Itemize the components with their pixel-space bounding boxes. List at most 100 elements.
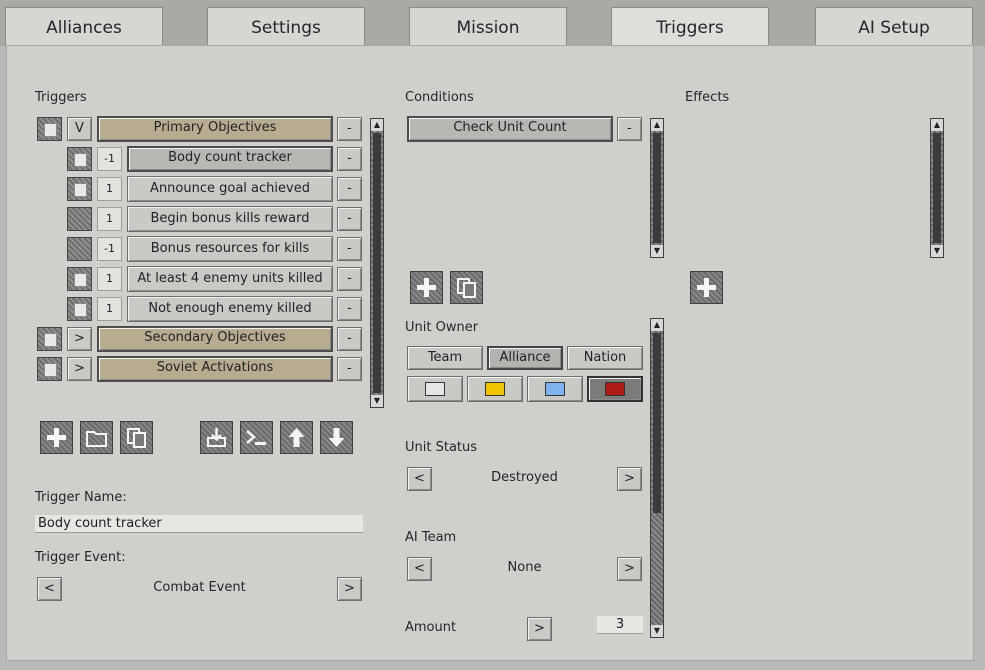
trigger-item[interactable]: Announce goal achieved (127, 176, 333, 202)
unit-owner-label: Unit Owner (405, 320, 479, 335)
trigger-event-label: Trigger Event: (35, 550, 126, 565)
scroll-up-icon[interactable]: ▲ (651, 119, 663, 131)
event-next-button[interactable]: > (337, 577, 362, 601)
details-scrollbar[interactable]: ▲ ▼ (650, 318, 664, 638)
ai-team-next-button[interactable]: > (617, 557, 642, 581)
copy-condition-button[interactable] (450, 271, 483, 304)
scroll-thumb[interactable] (373, 133, 381, 393)
trigger-checkbox[interactable] (67, 267, 92, 291)
trigger-number: 1 (97, 267, 122, 291)
scroll-up-icon[interactable]: ▲ (371, 119, 383, 131)
arrow-up-icon (288, 428, 305, 447)
trigger-number: -1 (97, 147, 122, 171)
group-toggle-button[interactable]: > (67, 357, 92, 381)
scroll-thumb[interactable] (653, 133, 661, 243)
group-secondary-objectives[interactable]: Secondary Objectives (97, 326, 333, 352)
scroll-thumb[interactable] (653, 333, 661, 513)
owner-team-button[interactable]: Team (407, 346, 483, 370)
color-red-button[interactable] (587, 376, 643, 402)
ai-team-label: AI Team (405, 530, 457, 545)
trigger-number: 1 (97, 297, 122, 321)
trigger-item[interactable]: At least 4 enemy units killed (127, 266, 333, 292)
remove-button[interactable]: - (337, 237, 362, 261)
tab-ai-setup[interactable]: AI Setup (815, 7, 973, 46)
event-prev-button[interactable]: < (37, 577, 62, 601)
console-button[interactable] (240, 421, 273, 454)
trigger-checkbox[interactable] (67, 147, 92, 171)
trigger-item[interactable]: Not enough enemy killed (127, 296, 333, 322)
trigger-checkbox[interactable] (37, 117, 62, 141)
trigger-checkbox[interactable] (37, 357, 62, 381)
color-blue-button[interactable] (527, 376, 583, 402)
group-toggle-button[interactable]: > (67, 327, 92, 351)
unit-status-value: Destroyed (491, 470, 558, 485)
color-swatch (485, 382, 505, 396)
add-effect-button[interactable] (690, 271, 723, 304)
remove-button[interactable]: - (337, 267, 362, 291)
ai-team-prev-button[interactable]: < (407, 557, 432, 581)
remove-button[interactable]: - (337, 177, 362, 201)
conditions-scrollbar[interactable]: ▲ ▼ (650, 118, 664, 258)
remove-button[interactable]: - (337, 297, 362, 321)
trigger-checkbox[interactable] (67, 177, 92, 201)
scroll-up-icon[interactable]: ▲ (651, 319, 663, 331)
scroll-down-icon[interactable]: ▼ (651, 625, 663, 637)
triggers-scrollbar[interactable]: ▲ ▼ (370, 118, 384, 408)
add-trigger-button[interactable] (40, 421, 73, 454)
color-swatch (605, 382, 625, 396)
import-icon (207, 428, 226, 447)
tab-settings[interactable]: Settings (207, 7, 365, 46)
tab-mission[interactable]: Mission (409, 7, 567, 46)
conditions-label: Conditions (405, 90, 474, 105)
trigger-item[interactable]: Bonus resources for kills (127, 236, 333, 262)
trigger-checkbox[interactable] (67, 207, 92, 231)
amount-input[interactable]: 3 (597, 616, 643, 634)
scroll-down-icon[interactable]: ▼ (931, 245, 943, 257)
trigger-checkbox[interactable] (67, 237, 92, 261)
add-folder-button[interactable] (80, 421, 113, 454)
plus-icon (697, 278, 716, 297)
scroll-thumb[interactable] (933, 133, 941, 243)
console-icon (246, 430, 266, 445)
scroll-down-icon[interactable]: ▼ (651, 245, 663, 257)
trigger-name-input[interactable]: Body count tracker (35, 515, 363, 533)
owner-nation-button[interactable]: Nation (567, 346, 643, 370)
group-soviet-activations[interactable]: Soviet Activations (97, 356, 333, 382)
condition-item[interactable]: Check Unit Count (407, 116, 613, 142)
amount-label: Amount (405, 620, 457, 635)
scroll-down-icon[interactable]: ▼ (371, 395, 383, 407)
trigger-checkbox[interactable] (37, 327, 62, 351)
remove-button[interactable]: - (337, 207, 362, 231)
import-button[interactable] (200, 421, 233, 454)
copy-trigger-button[interactable] (120, 421, 153, 454)
owner-alliance-button[interactable]: Alliance (487, 346, 563, 370)
amount-next-button[interactable]: > (527, 617, 552, 641)
remove-button[interactable]: - (337, 117, 362, 141)
copy-icon (457, 278, 476, 298)
remove-button[interactable]: - (337, 327, 362, 351)
add-condition-button[interactable] (410, 271, 443, 304)
color-white-button[interactable] (407, 376, 463, 402)
color-yellow-button[interactable] (467, 376, 523, 402)
trigger-item[interactable]: Body count tracker (127, 146, 333, 172)
status-next-button[interactable]: > (617, 467, 642, 491)
copy-icon (127, 428, 146, 448)
remove-button[interactable]: - (337, 357, 362, 381)
effects-scrollbar[interactable]: ▲ ▼ (930, 118, 944, 258)
ai-team-value: None (507, 560, 542, 575)
scroll-up-icon[interactable]: ▲ (931, 119, 943, 131)
move-down-button[interactable] (320, 421, 353, 454)
group-primary-objectives[interactable]: Primary Objectives (97, 116, 333, 142)
folder-icon (86, 431, 107, 447)
remove-button[interactable]: - (337, 147, 362, 171)
group-toggle-button[interactable]: V (67, 117, 92, 141)
status-prev-button[interactable]: < (407, 467, 432, 491)
move-up-button[interactable] (280, 421, 313, 454)
trigger-checkbox[interactable] (67, 297, 92, 321)
tab-alliances[interactable]: Alliances (5, 7, 163, 46)
trigger-item[interactable]: Begin bonus kills reward (127, 206, 333, 232)
color-swatch (425, 382, 445, 396)
remove-condition-button[interactable]: - (617, 117, 642, 141)
trigger-name-label: Trigger Name: (35, 490, 127, 505)
tab-triggers[interactable]: Triggers (611, 7, 769, 47)
